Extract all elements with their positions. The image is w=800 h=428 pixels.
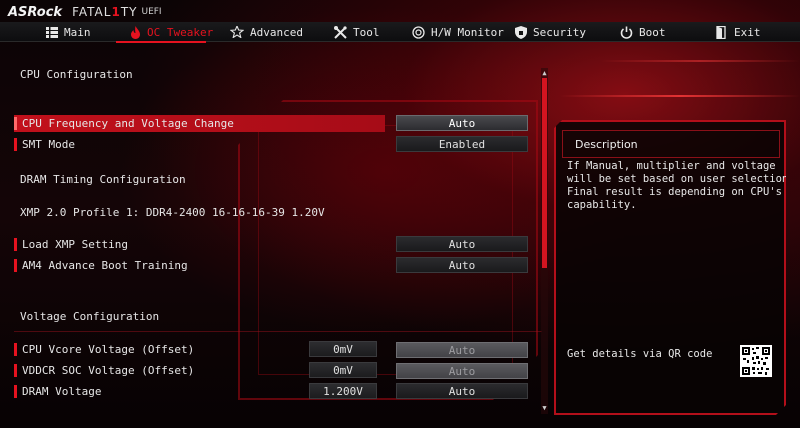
tab-oc-tweaker-label: OC Tweaker — [147, 25, 214, 39]
tab-exit[interactable]: Exit — [716, 24, 761, 40]
dram-voltage-label: DRAM Voltage — [22, 385, 102, 398]
tab-exit-label: Exit — [734, 25, 761, 39]
power-icon — [620, 26, 633, 39]
background-streak — [600, 60, 800, 62]
exit-door-icon — [716, 25, 726, 39]
cpu-frequency-value[interactable]: Auto — [396, 115, 528, 131]
tab-hw-monitor-label: H/W Monitor — [431, 25, 504, 39]
tab-hw-monitor[interactable]: H/W Monitor — [412, 24, 504, 40]
description-line: If Manual, multiplier and voltage — [567, 160, 776, 172]
cpu-vcore-label: CPU Vcore Voltage (Offset) — [22, 343, 195, 356]
tab-tool-label: Tool — [353, 25, 380, 39]
tab-main[interactable]: Main — [46, 24, 91, 40]
row-bullet — [14, 117, 17, 130]
top-nav: Main OC Tweaker Advanced Tool H/W Monito… — [0, 22, 800, 43]
description-line: will be set based on user selection. — [567, 173, 795, 185]
qr-code-graphic — [742, 347, 770, 375]
tab-advanced[interactable]: Advanced — [230, 24, 303, 40]
description-line: Final result is depending on CPU's — [567, 186, 782, 198]
flame-icon — [131, 25, 140, 39]
dram-voltage-value[interactable]: Auto — [396, 383, 528, 399]
vendor-logo: ASRock — [8, 4, 63, 20]
load-xmp-value[interactable]: Auto — [396, 236, 528, 252]
section-cpu-configuration: CPU Configuration — [20, 68, 133, 81]
setting-row-cpu-vcore[interactable]: CPU Vcore Voltage (Offset) — [14, 341, 194, 358]
tab-advanced-label: Advanced — [250, 25, 303, 39]
smt-mode-label: SMT Mode — [22, 138, 75, 151]
xmp-profile-info: XMP 2.0 Profile 1: DDR4-2400 16-16-16-39… — [20, 206, 325, 219]
am4-boot-training-label: AM4 Advance Boot Training — [22, 259, 188, 272]
brand-logo: ASRock FATAL1TY UEFI — [8, 2, 162, 22]
setting-row-cpu-frequency[interactable]: CPU Frequency and Voltage Change — [14, 115, 385, 132]
settings-scrollbar[interactable]: ▲ ▼ — [541, 68, 548, 414]
tab-main-label: Main — [64, 25, 91, 39]
shield-icon — [515, 25, 527, 39]
cpu-vcore-value[interactable]: Auto — [396, 342, 528, 358]
smt-mode-value[interactable]: Enabled — [396, 136, 528, 152]
setting-row-am4-boot-training[interactable]: AM4 Advance Boot Training — [14, 257, 188, 274]
grid-icon — [46, 26, 58, 38]
row-bullet — [14, 343, 17, 356]
tab-boot[interactable]: Boot — [620, 24, 666, 40]
uefi-label: UEFI — [141, 7, 162, 17]
description-text: If Manual, multiplier and voltage will b… — [567, 160, 781, 212]
description-title: Description — [562, 130, 780, 158]
scroll-up-arrow-icon[interactable]: ▲ — [541, 70, 548, 77]
settings-panel: CPU Configuration CPU Frequency and Volt… — [6, 55, 544, 415]
active-tab-indicator — [116, 41, 206, 43]
wrench-screwdriver-icon — [334, 25, 347, 39]
setting-row-dram-voltage[interactable]: DRAM Voltage — [14, 383, 101, 400]
row-bullet — [14, 238, 17, 251]
section-dram-timing: DRAM Timing Configuration — [20, 173, 186, 186]
row-bullet — [14, 138, 17, 151]
tab-oc-tweaker[interactable]: OC Tweaker — [130, 24, 213, 40]
am4-boot-training-value[interactable]: Auto — [396, 257, 528, 273]
section-divider — [14, 331, 542, 332]
cpu-vcore-reading: 0mV — [309, 341, 377, 357]
background-streak — [560, 95, 800, 97]
product-line-suffix: TY — [120, 5, 138, 19]
star-icon — [230, 26, 244, 38]
row-bullet — [14, 385, 17, 398]
row-bullet — [14, 259, 17, 272]
product-line-logo: FATAL1TY — [72, 5, 137, 19]
vddcr-soc-reading: 0mV — [309, 362, 377, 378]
dram-voltage-reading: 1.200V — [309, 383, 377, 399]
setting-row-load-xmp[interactable]: Load XMP Setting — [14, 236, 128, 253]
tab-boot-label: Boot — [639, 25, 666, 39]
setting-row-smt-mode[interactable]: SMT Mode — [14, 136, 75, 153]
product-line-prefix: FATAL — [72, 5, 112, 19]
vddcr-soc-label: VDDCR SOC Voltage (Offset) — [22, 364, 195, 377]
scroll-thumb[interactable] — [542, 78, 547, 268]
header: ASRock FATAL1TY UEFI Main OC Tweaker Adv… — [0, 0, 800, 44]
gauge-icon — [412, 25, 425, 39]
row-bullet — [14, 364, 17, 377]
qr-code-label: Get details via QR code — [567, 348, 713, 360]
tab-security-label: Security — [533, 25, 586, 39]
setting-row-vddcr-soc[interactable]: VDDCR SOC Voltage (Offset) — [14, 362, 194, 379]
section-voltage-configuration: Voltage Configuration — [20, 310, 160, 323]
vddcr-soc-value[interactable]: Auto — [396, 363, 528, 379]
tab-tool[interactable]: Tool — [334, 24, 380, 40]
description-panel: Description If Manual, multiplier and vo… — [554, 120, 786, 415]
tab-security[interactable]: Security — [515, 24, 586, 40]
cpu-frequency-label: CPU Frequency and Voltage Change — [22, 117, 234, 130]
description-line: capability. — [567, 199, 637, 211]
qr-code-icon[interactable] — [740, 345, 772, 377]
product-line-mark: 1 — [111, 5, 121, 19]
scroll-down-arrow-icon[interactable]: ▼ — [541, 405, 548, 412]
load-xmp-label: Load XMP Setting — [22, 238, 128, 251]
